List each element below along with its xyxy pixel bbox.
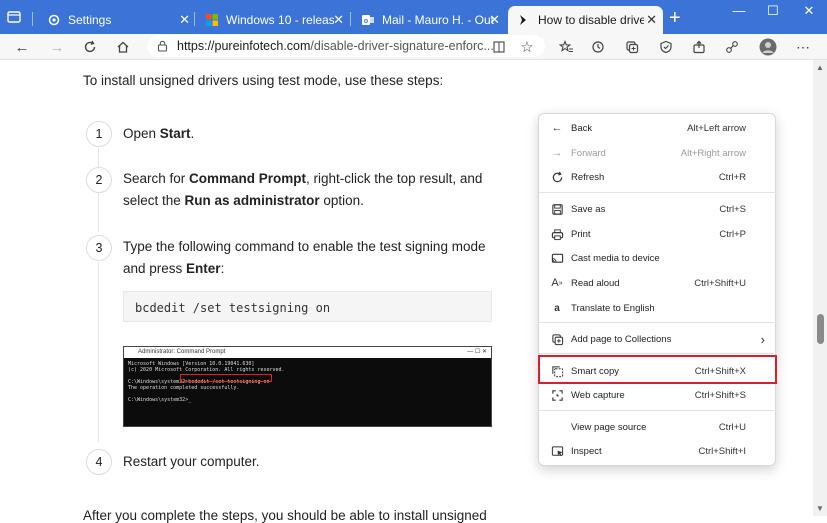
cmd-title: Administrator: Command Prompt [138,349,226,355]
forward-icon[interactable]: → [47,37,67,57]
forward-arrow-icon: → [551,147,563,159]
step-1-text: Open Start. [123,126,195,141]
chevron-right-icon: › [760,331,765,347]
menu-item-print[interactable]: Print Ctrl+P [539,222,777,246]
history-icon[interactable] [588,37,608,57]
step-2-text: Search for Command Prompt, right-click t… [123,171,483,208]
close-tab-icon[interactable]: ✕ [489,12,500,28]
outlook-icon: o [360,13,375,28]
web-capture-icon [549,387,565,403]
close-tab-icon[interactable]: ✕ [179,12,190,28]
cast-icon [549,250,565,266]
menu-separator [539,322,777,323]
back-icon[interactable]: ← [12,37,32,57]
smart-copy-highlight [538,355,777,384]
step-connector [98,262,99,442]
print-icon [549,226,565,242]
menu-item-forward[interactable]: → Forward Alt+Right arrow [539,141,777,165]
menu-item-save-as[interactable]: Save as Ctrl+S [539,197,777,221]
context-menu: ← Back Alt+Left arrow → Forward Alt+Righ… [538,113,777,466]
scroll-thumb[interactable] [817,314,824,344]
cmd-highlight-box [180,374,272,382]
profile-avatar[interactable] [758,37,778,57]
tab-how-to-disable-driver-signature[interactable]: How to disable driver sign ✕ [508,6,663,34]
windows-logo-icon [204,13,219,28]
command-prompt-screenshot: Administrator: Command Prompt — ☐ ✕ Micr… [123,346,492,427]
read-aloud-icon: A» [551,277,563,289]
reader-view-icon[interactable] [489,37,509,57]
new-tab-icon[interactable]: + [669,7,681,30]
step-number: 4 [86,449,112,475]
tab-settings[interactable]: Settings ✕ [38,6,196,34]
tab-separator [194,12,195,26]
step-number: 3 [86,235,112,261]
menu-separator [539,410,777,411]
window-controls-icon: — ☐ ✕ [467,349,487,355]
step-number: 2 [86,167,112,193]
menu-item-read-aloud[interactable]: A» Read aloud Ctrl+Shift+U [539,271,777,295]
gear-icon [46,13,61,28]
tab-separator [32,12,33,26]
cmd-output: Microsoft Windows [Version 10.0.19041.63… [128,361,285,403]
cmd-title-bar: Administrator: Command Prompt — ☐ ✕ [124,347,491,358]
minimize-icon[interactable]: — [724,3,754,18]
menu-separator [539,353,777,354]
home-icon[interactable] [113,37,133,57]
tab-label: Settings [68,13,112,27]
tab-label: Mail - Mauro H. - Outlook [382,13,494,27]
menu-separator [539,192,777,193]
tab-outlook-mail[interactable]: o Mail - Mauro H. - Outlook ✕ [352,6,506,34]
code-block[interactable]: bcdedit /set testsigning on [123,291,492,322]
favorites-icon[interactable] [556,37,576,57]
refresh-icon [549,169,565,185]
maximize-icon[interactable]: ☐ [758,3,788,19]
menu-item-add-to-collections[interactable]: Add page to Collections › [539,327,777,351]
address-bar[interactable]: https://pureinfotech.com/disable-driver-… [147,35,545,57]
tab-separator [350,12,351,26]
page-scrollbar[interactable]: ▲ ▼ [813,60,827,516]
close-tab-icon[interactable]: ✕ [333,12,344,28]
tab-label: Windows 10 - release info [226,13,334,27]
more-options-icon[interactable]: ⋯ [793,37,813,57]
lock-icon [157,40,168,52]
tab-windows-release-info[interactable]: Windows 10 - release info ✕ [196,6,350,34]
url-host: https://pureinfotech.com [177,39,311,53]
scroll-up-icon[interactable]: ▲ [816,63,824,72]
pureinfotech-icon [516,13,531,28]
intro-text: To install unsigned drivers using test m… [83,73,444,88]
save-icon [549,201,565,217]
menu-item-back[interactable]: ← Back Alt+Left arrow [539,116,777,140]
step-3-text: Type the following command to enable the… [123,239,486,276]
translate-icon: a [554,302,560,314]
tab-bar: Settings ✕ Windows 10 - release info ✕ o… [0,0,827,34]
svg-text:o: o [363,18,367,25]
step-4-text: Restart your computer. [123,454,260,469]
step-number: 1 [86,121,112,147]
close-window-icon[interactable]: ✕ [794,3,824,19]
menu-item-web-capture[interactable]: Web capture Ctrl+Shift+S [539,383,777,407]
refresh-icon[interactable] [80,37,100,57]
inspect-icon [549,443,565,459]
tab-label: How to disable driver sign [538,13,644,27]
browser-essentials-icon[interactable] [656,37,676,57]
scroll-down-icon[interactable]: ▼ [816,504,824,513]
extensions-icon[interactable] [722,37,742,57]
menu-item-cast-media[interactable]: Cast media to device [539,246,777,270]
url-path: /disable-driver-signature-enforc... [310,39,494,53]
add-favorite-icon[interactable]: ☆ [517,37,537,57]
address-toolbar: ← → https://pureinfotech.com/disable-dri… [0,34,827,60]
menu-item-translate[interactable]: a Translate to English [539,296,777,320]
menu-item-inspect[interactable]: Inspect Ctrl+Shift+I [539,439,777,463]
menu-item-view-page-source[interactable]: View page source Ctrl+U [539,415,777,439]
tab-actions-icon[interactable] [6,9,22,25]
share-icon[interactable] [689,37,709,57]
collections-toolbar-icon[interactable] [622,37,642,57]
close-tab-icon[interactable]: ✕ [646,12,657,28]
back-arrow-icon: ← [551,122,563,134]
collections-icon [549,331,565,347]
menu-item-refresh[interactable]: Refresh Ctrl+R [539,165,777,189]
